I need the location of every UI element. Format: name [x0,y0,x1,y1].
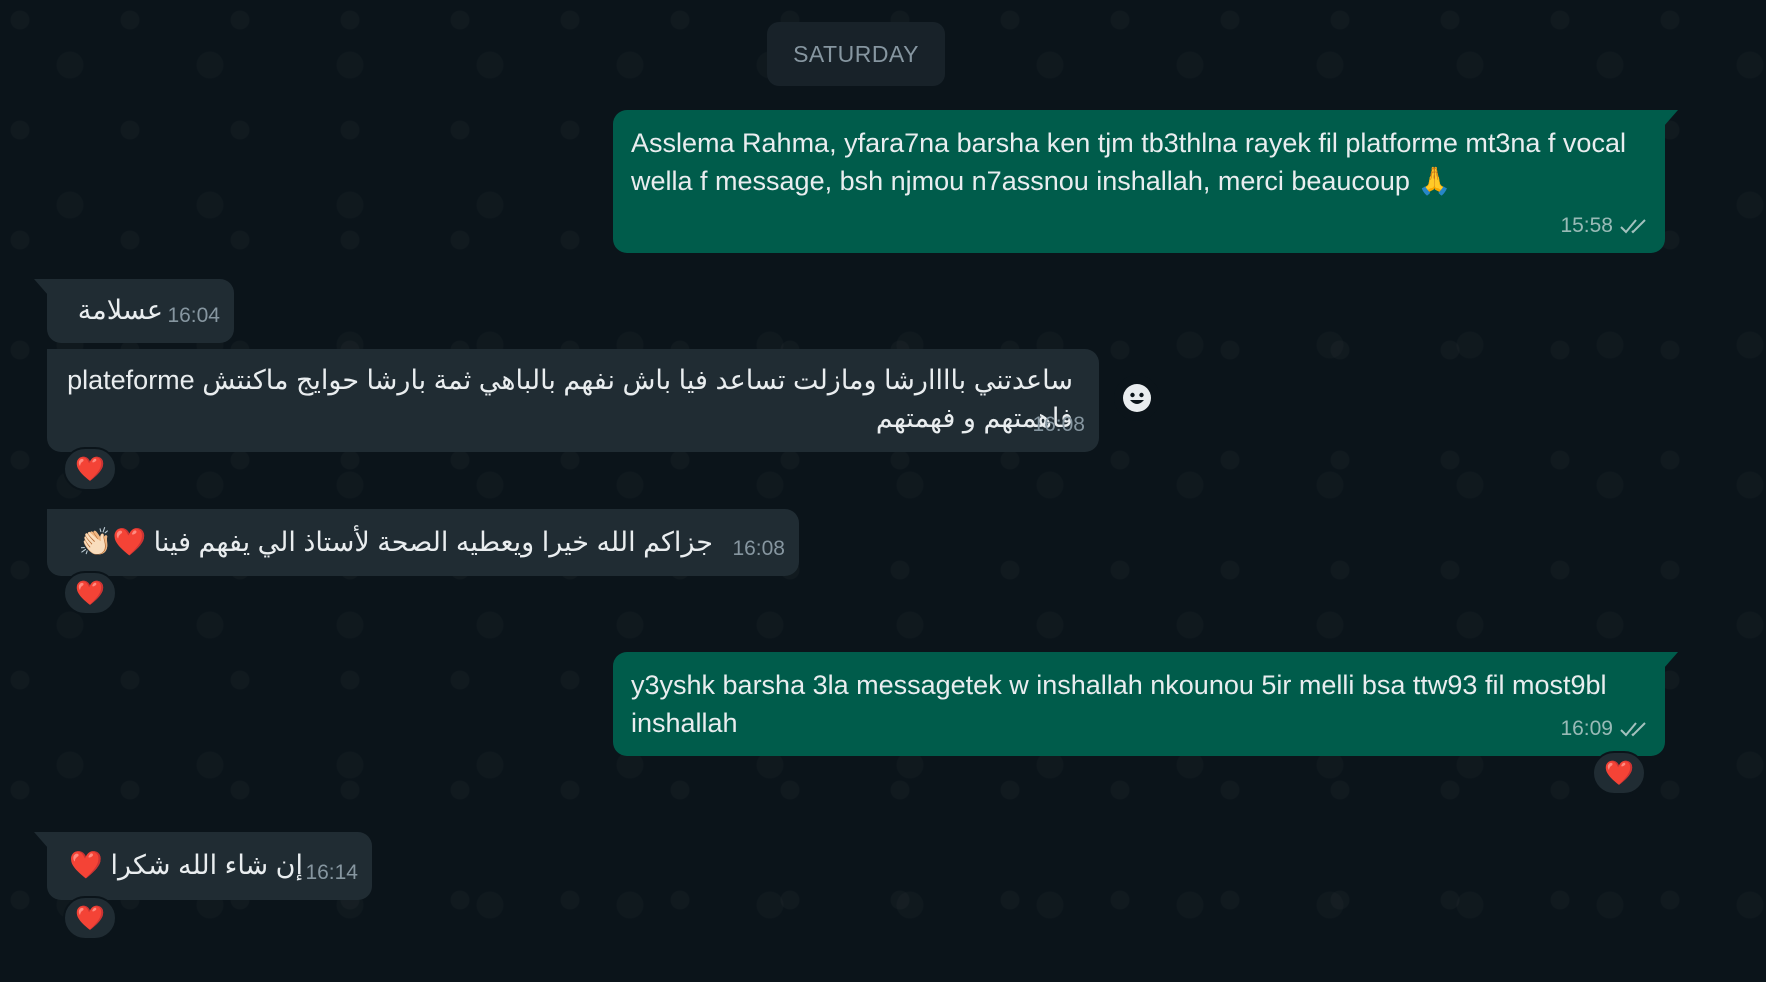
read-ticks-icon [1620,219,1646,234]
heart-icon: ❤️ [75,455,105,483]
heart-icon: ❤️ [75,579,105,607]
message-incoming[interactable]: عسلامة 16:04 [34,279,234,343]
reaction-badge[interactable]: ❤️ [63,571,117,615]
message-meta: 16:09 [1560,710,1651,748]
message-incoming[interactable]: جزاكم الله خيرا ويعطيه الصحة لأستاذ الي … [47,509,799,576]
message-time: 15:58 [1560,214,1613,237]
bubble-tail [1664,110,1678,126]
message-time: 16:08 [732,537,785,560]
message-time: 16:04 [167,304,220,327]
chat-background: SATURDAY Asslema Rahma, yfara7na barsha … [0,0,1766,982]
message-meta: 15:58 [1560,207,1651,245]
message-incoming[interactable]: إن شاء الله شكرا ❤️ 16:14 [34,832,372,900]
date-divider: SATURDAY [767,22,945,86]
read-ticks-icon [1620,722,1646,737]
message-text: إن شاء الله شكرا ❤️ [69,850,303,880]
bubble-tail [1664,652,1678,668]
message-meta: 16:04 [167,297,220,335]
message-time: 16:08 [1032,413,1085,436]
smiley-icon [1123,384,1151,412]
message-meta: 16:08 [732,530,785,568]
bubble-tail [34,279,48,295]
message-text: ساعدتني باااارشا ومازلت تساعد فيا باش نف… [67,365,1073,433]
message-outgoing[interactable]: y3yshk barsha 3la messagetek w inshallah… [613,652,1678,756]
message-text: y3yshk barsha 3la messagetek w inshallah… [631,670,1607,738]
message-text: جزاكم الله خيرا ويعطيه الصحة لأستاذ الي … [78,527,713,557]
reaction-badge[interactable]: ❤️ [1592,751,1646,795]
message-incoming[interactable]: ساعدتني باااارشا ومازلت تساعد فيا باش نف… [47,349,1099,452]
message-text: عسلامة [77,295,163,325]
message-text: Asslema Rahma, yfara7na barsha ken tjm t… [631,128,1626,196]
heart-icon: ❤️ [75,904,105,932]
message-outgoing[interactable]: Asslema Rahma, yfara7na barsha ken tjm t… [613,110,1678,253]
emoji-reaction-button[interactable] [1114,375,1160,421]
message-meta: 16:08 [1032,406,1085,444]
message-meta: 16:14 [305,854,358,892]
heart-icon: ❤️ [1604,759,1634,787]
message-time: 16:09 [1560,717,1613,740]
message-time: 16:14 [305,861,358,884]
reaction-badge[interactable]: ❤️ [63,447,117,491]
bubble-tail [34,832,48,848]
reaction-badge[interactable]: ❤️ [63,896,117,940]
